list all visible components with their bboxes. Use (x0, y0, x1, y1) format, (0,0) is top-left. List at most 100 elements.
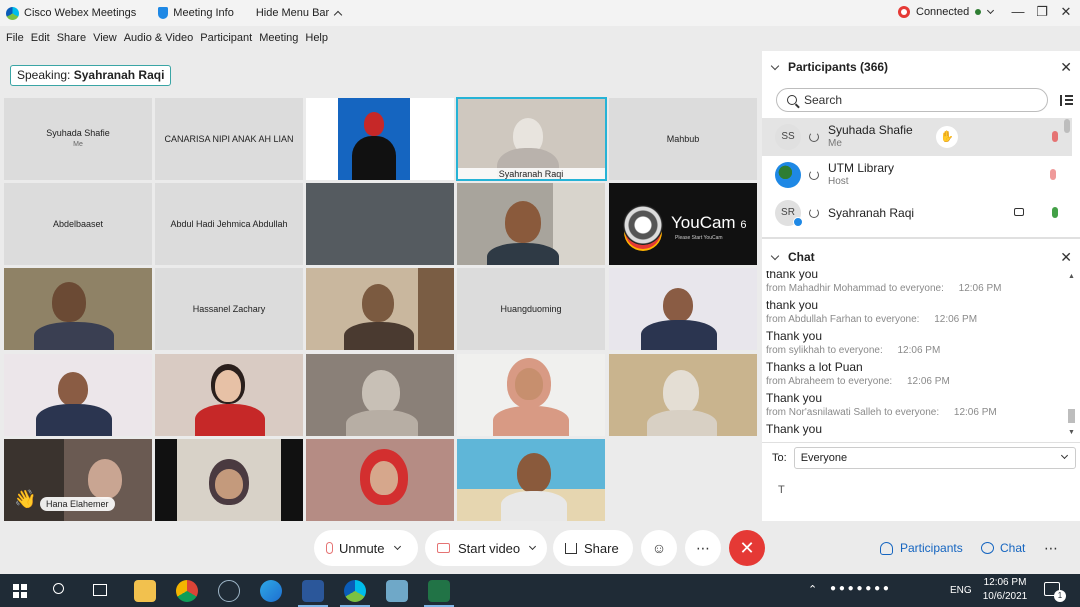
share-label: Share (584, 540, 619, 556)
video-tile-portrait[interactable] (306, 98, 454, 180)
camera-lens-icon (623, 205, 663, 245)
excel-icon[interactable] (428, 580, 450, 602)
hide-menu-bar-button[interactable]: Hide Menu Bar (256, 7, 343, 19)
video-tile-officer-2[interactable] (4, 354, 152, 436)
video-tile-woman-hijab-2[interactable] (609, 354, 757, 436)
sender-label: from Abraheem to everyone: (766, 376, 893, 387)
audio-connecting-icon (809, 132, 819, 142)
connection-label: Connected (916, 6, 970, 18)
participant-search-input[interactable]: Search (776, 88, 1048, 112)
person-head (364, 112, 384, 136)
video-tile-woman-hijab-1[interactable] (306, 354, 454, 436)
raise-hand-icon[interactable]: ✋ (936, 126, 958, 148)
video-tile-man-smiling[interactable] (4, 268, 152, 350)
collapse-participants-icon[interactable] (770, 61, 780, 70)
clock[interactable]: 12:06 PM 10/6/2021 (980, 577, 1030, 602)
reactions-button[interactable]: ☺ (641, 530, 677, 566)
menu-participant[interactable]: Participant (200, 32, 252, 44)
menu-share[interactable]: Share (57, 32, 86, 44)
menu-audio-video[interactable]: Audio & Video (124, 32, 194, 44)
tray-icons[interactable]: ● ● ● ● ● ● ● (830, 583, 889, 594)
video-tile-woman-red-hijab[interactable] (306, 439, 454, 521)
file-explorer-icon[interactable] (134, 580, 156, 602)
chrome-icon[interactable] (176, 580, 198, 602)
person-body (493, 406, 569, 436)
unmute-button[interactable]: Unmute (314, 530, 418, 566)
video-tile-officer-1[interactable] (609, 268, 757, 350)
search-icon[interactable] (53, 583, 64, 594)
video-tile-abdelbaaset[interactable]: Abdelbaaset (4, 183, 152, 265)
language-indicator[interactable]: ENG (950, 585, 972, 596)
close-window-button[interactable]: ✕ (1052, 2, 1080, 22)
panel-more-button[interactable]: ⋯ (1044, 538, 1058, 558)
participants-header[interactable]: Participants (366) ✕ (762, 51, 1080, 83)
chat-messages[interactable]: thank you from Mahadhir Mohammad to ever… (766, 271, 1064, 437)
video-tile-young-man[interactable] (457, 183, 605, 265)
video-camera-icon[interactable] (1014, 208, 1024, 216)
tray-chevron-icon[interactable]: ⌃ (808, 583, 817, 596)
webex-taskbar-icon[interactable] (344, 580, 366, 602)
menu-edit[interactable]: Edit (31, 32, 50, 44)
recipient-select[interactable]: Everyone (793, 447, 1076, 469)
participant-row-utm-library[interactable]: UTM Library Host (762, 156, 1072, 194)
close-participants-icon[interactable]: ✕ (1060, 59, 1072, 76)
end-meeting-button[interactable]: ✕ (729, 530, 765, 566)
video-tile-woman-waving[interactable] (155, 354, 303, 436)
participants-panel-button[interactable]: Participants (880, 538, 963, 558)
word-icon[interactable] (302, 580, 324, 602)
video-tile-woman-dark[interactable] (155, 439, 303, 521)
speaking-indicator: Speaking: Syahranah Raqi (10, 65, 172, 86)
connection-status[interactable]: Connected (898, 6, 995, 18)
start-video-button[interactable]: Start video (425, 530, 547, 566)
menu-help[interactable]: Help (305, 32, 328, 44)
menu-view[interactable]: View (93, 32, 117, 44)
mic-muted-icon[interactable] (1052, 131, 1058, 142)
task-view-icon[interactable] (93, 584, 107, 596)
person-head (215, 370, 241, 402)
video-tile-abdul-hadi[interactable]: Abdul Hadi Jehmica Abdullah (155, 183, 303, 265)
edge-icon[interactable] (260, 580, 282, 602)
chat-message-input[interactable]: T (778, 484, 785, 496)
chevron-down-icon[interactable] (393, 542, 401, 551)
sender-label: from Abdullah Farhan to everyone: (766, 314, 920, 325)
video-tile-woman-headset[interactable] (457, 354, 605, 436)
menu-file[interactable]: File (6, 32, 24, 44)
participant-row-syuhada[interactable]: SS Syuhada Shafie Me ✋ (762, 118, 1072, 156)
video-tile-syuhada-shafie[interactable]: Syuhada Shafie Me (4, 98, 152, 180)
mic-active-icon[interactable] (1052, 207, 1058, 218)
video-tile-youcam[interactable]: YouCam 6 Please Start YouCam (609, 183, 757, 265)
video-tile-man-glasses[interactable] (306, 268, 454, 350)
chat-scrollbar[interactable]: ▲ ▼ (1065, 273, 1077, 441)
chevron-down-icon[interactable] (529, 542, 537, 551)
chat-header[interactable]: Chat ✕ (762, 241, 1080, 273)
app-icon[interactable] (218, 580, 240, 602)
person-body (647, 410, 717, 436)
more-options-button[interactable]: ⋯ (685, 530, 721, 566)
chevron-down-icon (1060, 451, 1068, 460)
person-head (663, 370, 699, 414)
video-tile-huangduoming[interactable]: Huangduoming (457, 268, 605, 350)
mic-muted-icon[interactable] (1050, 169, 1056, 180)
video-tile-canarisa[interactable]: CANARISA NIPI ANAK AH LIAN (155, 98, 303, 180)
video-tile-dark[interactable] (306, 183, 454, 265)
video-tile-beach-man[interactable] (457, 439, 605, 521)
participant-row-syahranah[interactable]: SR Syahranah Raqi (762, 194, 1072, 232)
tile-name: Hana Elahemer (40, 497, 115, 511)
meeting-info-button[interactable]: Meeting Info (158, 7, 234, 19)
sort-icon[interactable] (1059, 93, 1073, 107)
collapse-chat-icon[interactable] (770, 251, 780, 260)
scroll-down-icon[interactable]: ▼ (1068, 429, 1075, 436)
share-button[interactable]: Share (553, 530, 633, 566)
notepad-icon[interactable] (386, 580, 408, 602)
scroll-up-icon[interactable]: ▲ (1068, 273, 1075, 280)
audio-connecting-icon (809, 208, 819, 218)
windows-start-icon[interactable] (13, 584, 27, 598)
video-tile-mahbub[interactable]: Mahbub (609, 98, 757, 180)
menu-meeting[interactable]: Meeting (259, 32, 298, 44)
participants-scrollbar[interactable] (1064, 119, 1070, 133)
scroll-thumb[interactable] (1068, 409, 1075, 423)
video-tile-hassanel-zachary[interactable]: Hassanel Zachary (155, 268, 303, 350)
video-tile-hana-elahemer[interactable]: 👋 Hana Elahemer (4, 439, 152, 521)
close-chat-icon[interactable]: ✕ (1060, 249, 1072, 266)
chat-panel-button[interactable]: Chat (981, 538, 1025, 558)
